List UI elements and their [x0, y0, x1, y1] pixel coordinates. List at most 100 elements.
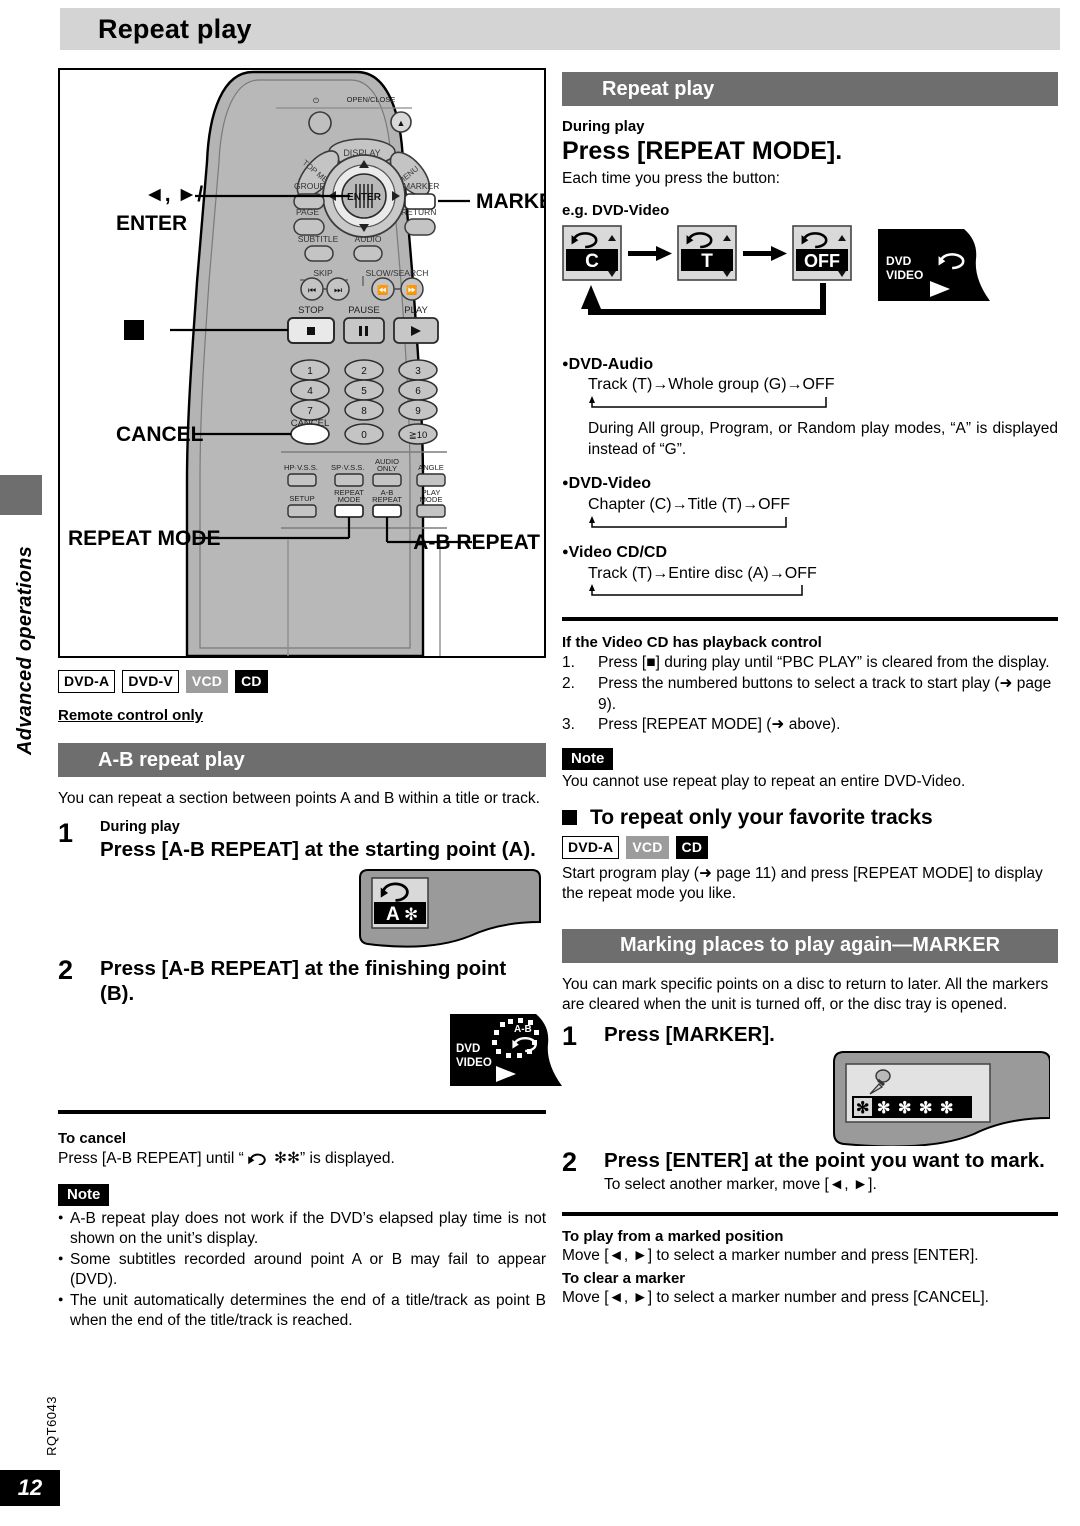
svg-text:5: 5	[361, 386, 367, 397]
divider-right-2	[562, 1211, 1058, 1216]
bullet-dot: ●	[562, 357, 569, 370]
repeat-flow-diagram-wrap: C T OFF DVD VIDEO	[562, 224, 1058, 341]
osd-figure-a: A ✻	[359, 869, 541, 948]
svg-text:GROUP: GROUP	[294, 181, 326, 191]
pbc-step-2-text: Press the numbered buttons to select a t…	[598, 674, 1052, 713]
svg-text:ENTER: ENTER	[347, 192, 382, 203]
display-ab-tag: A-B	[514, 1024, 532, 1035]
pbc-step-3-number: 3.	[562, 716, 575, 734]
svg-text:MODE: MODE	[338, 495, 361, 504]
badge-fav-vcd: VCD	[626, 835, 669, 859]
ab-step-1-pre: During play	[100, 818, 180, 835]
callout-enter: ENTER	[116, 212, 187, 235]
marker-step-1-number: 1	[562, 1021, 578, 1052]
svg-text:MODE: MODE	[420, 495, 443, 504]
favorite-tracks-text: Start program play (➜ page 11) and press…	[562, 864, 1043, 903]
svg-text:ONLY: ONLY	[377, 464, 397, 473]
svg-text:✻: ✻	[898, 1100, 911, 1117]
dvd-video-flow: Chapter (C)→Title (T)→OFF	[588, 495, 791, 513]
pbc-step-3-text: Press [REPEAT MODE] (➜ above).	[598, 716, 841, 734]
svg-text:ANGLE: ANGLE	[418, 463, 444, 472]
svg-text:✻: ✻	[919, 1100, 932, 1117]
display-figure-ab: DVD VIDEO A-B	[450, 1014, 562, 1086]
svg-text:⏪: ⏪	[377, 284, 388, 295]
loop-arrow-1	[589, 396, 827, 408]
pbc-heading: If the Video CD has playback control	[562, 634, 822, 652]
section-header-repeat-play-label: Repeat play	[602, 77, 715, 100]
svg-text:✻: ✻	[940, 1100, 953, 1117]
svg-text:▲: ▲	[397, 118, 406, 128]
svg-text:SUBTITLE: SUBTITLE	[298, 234, 339, 244]
during-play-label: During play	[562, 118, 645, 135]
marker-step-1: 1 Press [MARKER].	[562, 1021, 1058, 1052]
marker-step-2-sub: To select another marker, move [◄, ►].	[604, 1176, 877, 1194]
svg-text:SKIP: SKIP	[313, 268, 333, 278]
clear-marker-text: Move [◄, ►] to select a marker number an…	[562, 1288, 989, 1306]
ab-note-2: Some subtitles recorded around point A o…	[58, 1250, 546, 1290]
to-cancel-text-pre: Press [A-B REPEAT] until “	[58, 1150, 244, 1167]
callout-stop-square	[124, 320, 144, 340]
section-header-ab-repeat: A-B repeat play	[58, 743, 546, 777]
dvd-video-label: DVD-Video	[568, 475, 652, 493]
svg-text:STOP: STOP	[298, 305, 324, 316]
section-tab-marker	[0, 475, 42, 515]
section-header-ab-repeat-label: A-B repeat play	[98, 748, 245, 771]
bullet-dot: ●	[562, 477, 569, 490]
pbc-step-1: 1. Press [■] during play until “PBC PLAY”…	[562, 653, 1058, 674]
display-dvd-line2: VIDEO	[886, 268, 923, 282]
loop-arrow-3	[589, 584, 803, 597]
svg-text:2: 2	[361, 366, 367, 377]
svg-text:PLAY: PLAY	[404, 305, 428, 316]
ab-step-2: 2 Press [A-B REPEAT] at the finishing po…	[58, 956, 546, 1006]
flow-box-1-label: C	[585, 251, 599, 272]
dvd-audio-bullet: ●DVD-Audio	[562, 355, 1058, 376]
pbc-step-2: 2. Press the numbered buttons to select a…	[562, 674, 1058, 715]
note-tag-right: Note	[562, 747, 614, 770]
favorite-tracks-badges: DVD-A VCD CD	[562, 835, 1058, 859]
svg-text:✻: ✻	[877, 1100, 890, 1117]
svg-text:⏮: ⏮	[308, 285, 316, 295]
manual-page: Repeat play Advanced operations RQT6043 …	[0, 0, 1080, 1526]
dvd-audio-label: DVD-Audio	[568, 355, 654, 373]
clear-marker-heading: To clear a marker	[562, 1269, 686, 1287]
badge-fav-dvd-a: DVD-A	[562, 835, 620, 859]
svg-text:SP·V.S.S.: SP·V.S.S.	[331, 463, 365, 472]
section-header-marker-label: Marking places to play again—MARKER	[619, 934, 1001, 957]
marker-intro: You can mark specific points on a disc t…	[562, 975, 1049, 1014]
favorite-tracks-heading: To repeat only your favorite tracks	[562, 806, 1058, 830]
svg-text:1: 1	[307, 366, 313, 377]
page-title-bar: Repeat play	[60, 8, 1060, 50]
play-marked-text: Move [◄, ►] to select a marker number an…	[562, 1246, 979, 1264]
svg-text:AUDIO: AUDIO	[355, 234, 382, 244]
each-time-text: Each time you press the button:	[562, 169, 780, 187]
pbc-steps-list: 1. Press [■] during play until “PBC PLAY”…	[562, 653, 1058, 735]
left-column: ⏻ OPEN/CLOSE ▲ DISPLAY TOP MENU MENU ENT…	[58, 68, 562, 1331]
video-cd-flow: Track (T)→Entire disc (A)→OFF	[588, 564, 817, 582]
remote-control-illustration: ⏻ OPEN/CLOSE ▲ DISPLAY TOP MENU MENU ENT…	[68, 70, 544, 656]
svg-text:0: 0	[361, 430, 367, 441]
pbc-step-3: 3. Press [REPEAT MODE] (➜ above).	[562, 715, 1058, 736]
callout-enter-arrows: ◄, ►/	[144, 183, 203, 206]
svg-text:✻: ✻	[404, 905, 418, 924]
osd-figure-marker: ✻ ✻ ✻ ✻ ✻	[833, 1051, 1050, 1147]
display-dvd-line1: DVD	[886, 254, 912, 268]
svg-text:3: 3	[415, 366, 421, 377]
to-cancel-text: Press [A-B REPEAT] until “ ✻✻” is displa…	[58, 1149, 546, 1170]
display-ab-line2: VIDEO	[456, 1057, 492, 1069]
pbc-step-2-number: 2.	[562, 674, 575, 692]
ab-step-1-number: 1	[58, 817, 74, 848]
pbc-step-1-number: 1.	[562, 654, 575, 672]
svg-text:9: 9	[415, 406, 421, 417]
section-header-marker: Marking places to play again—MARKER	[562, 928, 1058, 963]
badge-cd: CD	[235, 670, 268, 693]
ab-step-1: 1 During play Press [A-B REPEAT] at the …	[58, 817, 546, 862]
display-figure-dvd-video: DVD VIDEO	[878, 228, 990, 301]
svg-text:A: A	[386, 904, 400, 925]
ab-repeat-intro: You can repeat a section between points …	[58, 790, 540, 807]
dvd-video-bullet: ●DVD-Video	[562, 474, 1058, 495]
page-title: Repeat play	[98, 13, 252, 44]
marker-step-2-number: 2	[562, 1147, 578, 1178]
section-header-repeat-play: Repeat play	[562, 72, 1058, 106]
divider-right-1	[562, 617, 1058, 622]
badge-dvd-v: DVD-V	[122, 670, 179, 693]
